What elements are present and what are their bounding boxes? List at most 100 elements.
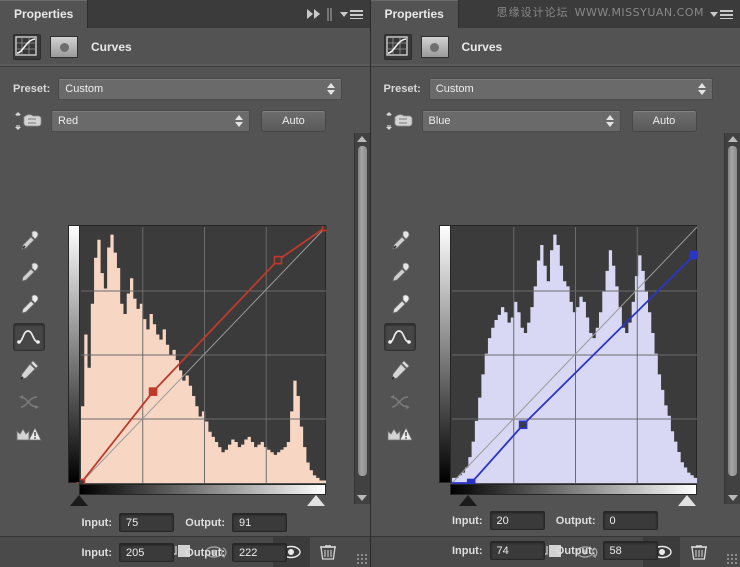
curves-adjustment-icon[interactable] (383, 34, 412, 60)
panel-grip-icon (326, 7, 329, 21)
channel-row: Blue Auto (371, 100, 740, 132)
chevron-down-icon (710, 11, 718, 17)
delete-layer-button[interactable] (680, 537, 717, 567)
output-field[interactable]: 0 (602, 511, 658, 530)
pencil-draw-tool[interactable] (14, 357, 44, 383)
eyedropper-gray-point-tool[interactable] (14, 259, 44, 285)
curves-graph-red[interactable] (68, 225, 327, 509)
panel-content: Preset: Custom (0, 67, 370, 562)
output-field[interactable]: 58 (602, 541, 658, 560)
auto-button[interactable]: Auto (261, 110, 326, 132)
channel-row: Red Auto (0, 100, 370, 132)
preset-select[interactable]: Custom (428, 78, 713, 100)
pencil-draw-tool[interactable] (385, 357, 415, 383)
input-field[interactable]: 20 (489, 511, 545, 530)
scrollbar-thumb[interactable] (728, 146, 737, 476)
hamburger-icon (720, 9, 733, 19)
preset-label: Preset: (383, 83, 421, 95)
panel-scrollbar[interactable] (724, 133, 740, 504)
smooth-curve-tool[interactable] (14, 389, 44, 415)
pencil-icon (20, 360, 39, 380)
input-gradient-row (439, 484, 697, 495)
panel-scrollbar[interactable] (353, 133, 370, 504)
input-label: Input: (81, 516, 112, 529)
black-point-slider[interactable] (458, 495, 477, 506)
pencil-icon (390, 360, 410, 380)
eyedropper-white-point-tool[interactable] (385, 291, 415, 317)
resize-grip[interactable] (717, 537, 740, 567)
preset-stepper-icon[interactable] (327, 83, 336, 95)
tab-properties[interactable]: Properties (0, 0, 89, 28)
white-point-slider[interactable] (307, 495, 325, 506)
io-values-blue: Input: 20 Output: 0 Input: 74 Output: 58… (439, 511, 658, 567)
black-point-slider[interactable] (70, 495, 88, 506)
io-row: Input: 20 Output: 0 (439, 511, 658, 530)
input-field[interactable]: 205 (119, 543, 174, 562)
io-row: Input: 205 Output: 222 (68, 543, 287, 562)
tab-properties[interactable]: Properties (370, 0, 459, 28)
channel-stepper-icon[interactable] (235, 115, 243, 127)
curves-graph-area[interactable] (438, 225, 698, 484)
eyedropper-icon (21, 294, 39, 314)
eyedropper-gray-point-tool[interactable] (385, 259, 415, 285)
channel-select[interactable]: Red (51, 110, 250, 132)
collapse-panel-icon[interactable] (306, 9, 320, 19)
eyedropper-white-point-tool[interactable] (14, 291, 44, 317)
smooth-arrows-icon (19, 395, 39, 409)
channel-value: Red (58, 115, 79, 127)
scroll-down-icon[interactable] (727, 495, 738, 501)
clipping-warning-tool[interactable] (14, 421, 44, 447)
hand-slider-icon (385, 112, 412, 130)
channel-adjust-icon[interactable] (13, 110, 43, 132)
input-field[interactable]: 75 (119, 513, 174, 532)
preset-select[interactable]: Custom (58, 78, 343, 100)
curve-edit-tool[interactable] (13, 323, 45, 351)
smooth-arrows-icon (389, 395, 410, 409)
channel-adjust-icon[interactable] (384, 110, 414, 132)
curves-graph-blue[interactable] (438, 225, 698, 509)
curves-tool-column (10, 227, 48, 447)
scroll-down-icon[interactable] (357, 495, 367, 501)
layer-mask-thumbnail[interactable] (420, 36, 449, 58)
hamburger-icon (349, 9, 363, 19)
histogram-blue (451, 234, 697, 483)
channel-select[interactable]: Blue (421, 110, 621, 132)
resize-grip[interactable] (347, 537, 370, 567)
panel-menu-icon[interactable] (710, 9, 733, 19)
properties-panel-blue: Properties 思缘设计论坛 WWW.MISSYUAN.COM Curve… (369, 0, 740, 567)
preset-value: Custom (65, 83, 104, 95)
eyedropper-icon (391, 294, 409, 314)
white-point-slider[interactable] (677, 495, 696, 506)
delete-layer-button[interactable] (310, 537, 347, 567)
layer-mask-thumbnail[interactable] (50, 36, 78, 58)
output-label: Output: (555, 514, 596, 527)
curves-plot-svg (451, 226, 698, 484)
curve-edit-tool[interactable] (383, 323, 416, 351)
input-gradient-bar (449, 484, 697, 495)
output-field[interactable]: 222 (232, 543, 287, 562)
eyedropper-black-point-tool[interactable] (385, 227, 415, 253)
watermark-en: WWW.MISSYUAN.COM (574, 6, 704, 19)
scrollbar-track[interactable] (355, 142, 370, 495)
trash-icon (320, 545, 336, 560)
panel-menu-icon[interactable] (339, 9, 363, 19)
panel-tabbar: Properties (0, 0, 370, 28)
output-field[interactable]: 91 (232, 513, 287, 532)
channel-stepper-icon[interactable] (605, 115, 614, 127)
smooth-curve-tool[interactable] (385, 389, 415, 415)
panel-content: Preset: Custom (371, 67, 740, 560)
clipping-warning-tool[interactable] (385, 421, 415, 447)
output-gradient-bar (69, 226, 80, 482)
curves-graph-area[interactable] (68, 225, 327, 484)
curves-adjustment-icon[interactable] (13, 34, 41, 60)
eyedropper-icon (391, 262, 409, 282)
scrollbar-thumb[interactable] (357, 146, 367, 476)
panel-tabbar: Properties 思缘设计论坛 WWW.MISSYUAN.COM (370, 0, 740, 28)
output-gradient-bar (439, 226, 451, 482)
eyedropper-black-point-tool[interactable] (14, 227, 44, 253)
preset-stepper-icon[interactable] (697, 83, 706, 95)
input-field[interactable]: 74 (489, 541, 545, 560)
scrollbar-track[interactable] (725, 142, 740, 495)
grip-dots-icon (355, 553, 367, 564)
auto-button[interactable]: Auto (631, 110, 697, 132)
